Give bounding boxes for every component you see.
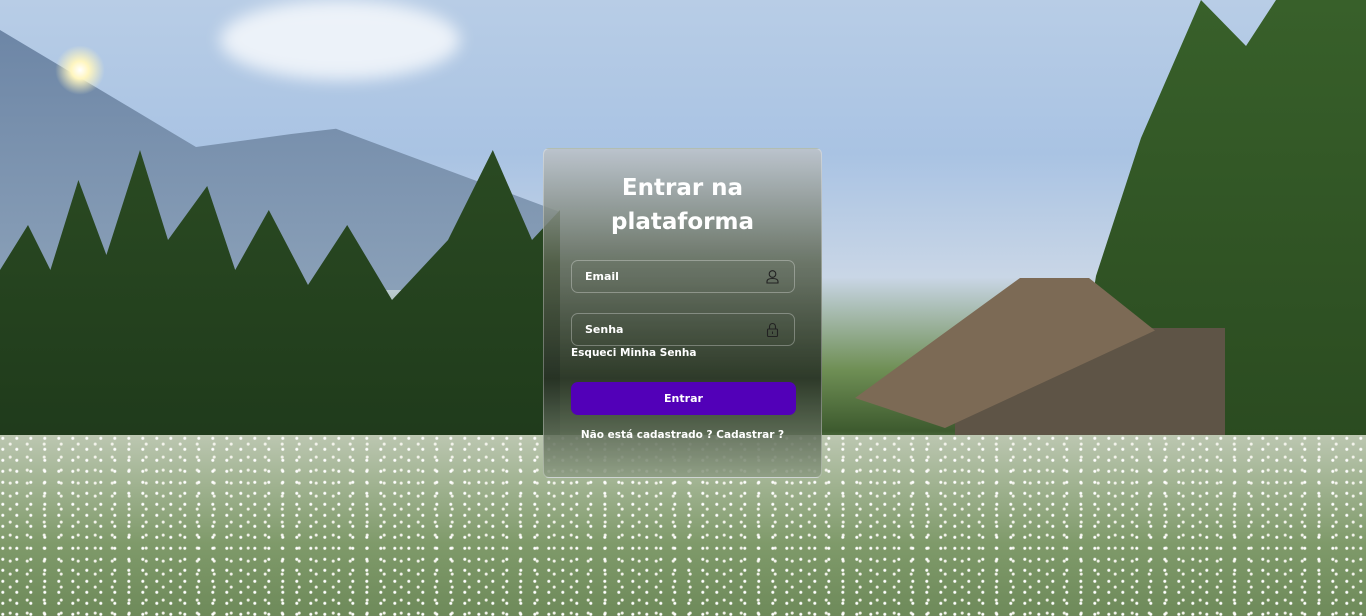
cloud bbox=[220, 0, 460, 80]
email-input[interactable] bbox=[572, 261, 794, 292]
password-field bbox=[571, 313, 795, 346]
forgot-password-link[interactable]: Esqueci Minha Senha bbox=[571, 347, 696, 359]
login-button[interactable]: Entrar bbox=[571, 382, 796, 415]
login-card: Entrar na plataforma Esqueci Minha Senha… bbox=[543, 148, 822, 478]
sun bbox=[55, 45, 105, 95]
page-title: Entrar na plataforma bbox=[610, 175, 755, 235]
email-field bbox=[571, 260, 795, 293]
password-input[interactable] bbox=[572, 314, 794, 345]
lock-icon bbox=[766, 323, 779, 337]
user-icon bbox=[766, 270, 779, 284]
signup-link[interactable]: Não está cadastrado ? Cadastrar ? bbox=[544, 429, 821, 441]
